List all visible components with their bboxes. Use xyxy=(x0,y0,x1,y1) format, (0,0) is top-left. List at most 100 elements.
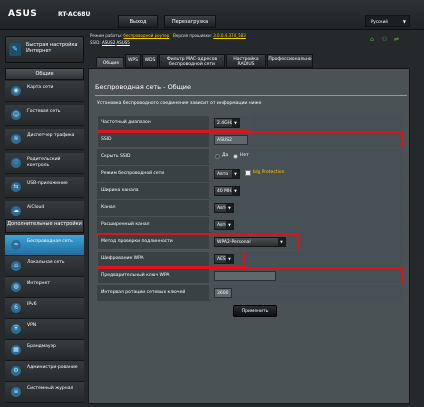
row-label: Режим беспроводной сети xyxy=(97,166,209,182)
sidebar-item-advanced-5[interactable]: ▦ Брандмауэр xyxy=(5,340,84,361)
sidebar-item-label: Администри-рование xyxy=(27,365,78,370)
row-value-cell: Авто ▼ xyxy=(211,200,403,216)
no-label: Нет xyxy=(240,153,249,158)
settings-row: Шифрование WPA AES ▼ xyxy=(97,251,403,267)
sidebar-item-advanced-7[interactable]: ≡ Системный журнал xyxy=(5,382,84,403)
sidebar-item-label: Диспетчер трафика xyxy=(27,133,75,138)
hide-ssid-yes-radio[interactable] xyxy=(215,154,220,159)
ssid-5g[interactable]: ASUS5 xyxy=(117,40,130,45)
band-select[interactable]: 2.4GHz ▼ xyxy=(214,118,240,128)
row-label: Расширенный канал xyxy=(97,217,209,233)
row-label: Канал xyxy=(97,200,209,216)
usb-status-icon[interactable]: ⇌ xyxy=(394,36,399,43)
settings-row: Скрыть SSID Да Нет xyxy=(97,149,403,165)
bg-protection-checkbox[interactable] xyxy=(245,170,251,176)
general-header: Общие xyxy=(5,68,84,80)
row-value-cell: Авто ▼ b/g Protection xyxy=(211,166,403,182)
model-name: RT-AC68U xyxy=(58,11,91,18)
channel-width-select[interactable]: 40 MHz ▼ xyxy=(214,186,240,196)
chevron-down-icon: ▼ xyxy=(226,255,233,263)
sidebar-item-advanced-1[interactable]: ⌂ Локальная сеть xyxy=(5,256,84,277)
sidebar-item-general-2[interactable]: ≋ Диспетчер трафика xyxy=(5,129,84,150)
advanced-header: Дополнительные настройки xyxy=(5,219,84,233)
chevron-down-icon: ▼ xyxy=(278,238,285,246)
settings-row: Расширенный канал Авто ▼ xyxy=(97,217,403,233)
mode-label: Режим работы: xyxy=(90,33,123,38)
asus-logo: ASUS xyxy=(8,9,38,19)
sidebar-item-general-0[interactable]: ◉ Карта сети xyxy=(5,81,84,102)
sidebar-item-general-4[interactable]: ⇆ USB-приложение xyxy=(5,177,84,198)
sidebar-item-general-3[interactable]: ♡ Родительский контроль xyxy=(5,153,84,174)
usb-icon: ⇆ xyxy=(11,182,21,192)
tab-1[interactable]: WPS xyxy=(125,54,141,68)
sidebar-item-label: AiCloud xyxy=(27,205,45,210)
wifi-status-icon[interactable]: ⌂ xyxy=(370,36,374,43)
tab-bar: Общие WPS WDS Фильтр MAC-адресов беспроводн… xyxy=(96,54,410,68)
wpa-key-input[interactable] xyxy=(214,271,276,281)
sidebar-item-label: Системный журнал xyxy=(27,386,74,391)
chevron-down-icon: ▼ xyxy=(226,204,233,212)
chevron-down-icon: ▼ xyxy=(226,221,233,229)
settings-panel: Беспроводная сеть - Общие Установка бесп… xyxy=(88,68,410,404)
sidebar-item-label: VPN xyxy=(27,323,37,328)
quick-setup-button[interactable]: ✎ Быстрая настройка Интернет xyxy=(5,36,84,63)
row-value-cell: AES ▼ xyxy=(211,251,403,267)
hide-ssid-no-radio[interactable] xyxy=(233,154,238,159)
select-value: 2.4GHz xyxy=(217,121,234,126)
channel-select[interactable]: Авто ▼ xyxy=(214,203,234,213)
settings-row: Режим беспроводной сети Авто ▼ b/g Protecti… xyxy=(97,166,403,182)
settings-row: Предварительный ключ WPA xyxy=(97,268,403,284)
info-bar: Режим работы: беспроводной роутер Версия… xyxy=(90,33,246,45)
tab-5[interactable]: Профессионально xyxy=(267,54,313,68)
firewall-icon: ▦ xyxy=(11,345,21,355)
sidebar-item-advanced-6[interactable]: ⚙ Администри-рование xyxy=(5,361,84,382)
sidebar-item-advanced-2[interactable]: ◍ Интернет xyxy=(5,277,84,298)
settings-row: SSID ASUS2 xyxy=(97,132,403,148)
mode-link[interactable]: беспроводной роутер xyxy=(123,33,169,38)
tab-2[interactable]: WDS xyxy=(142,54,158,68)
divider xyxy=(95,95,407,96)
sidebar-item-advanced-0[interactable]: ≈ Беспроводная сеть xyxy=(5,235,84,256)
sidebar-item-label: Беспроводная сеть xyxy=(27,239,73,244)
panel-title: Беспроводная сеть - Общие xyxy=(95,83,192,91)
language-select[interactable]: Русский ▼ xyxy=(365,15,410,27)
sidebar-item-label: USB-приложение xyxy=(27,181,68,186)
tab-3[interactable]: Фильтр MAC-адресов беспроводной сети xyxy=(159,54,225,68)
settings-row: Ширина канала 40 MHz ▼ xyxy=(97,183,403,199)
wpa-encryption-select[interactable]: AES ▼ xyxy=(214,254,234,264)
settings-row: Частотный диапазон 2.4GHz ▼ xyxy=(97,115,403,131)
top-bar: ASUS RT-AC68U Выход Перезагрузка Русский… xyxy=(0,0,424,30)
row-value-cell: Да Нет xyxy=(211,149,403,165)
ssid-input[interactable]: ASUS2 xyxy=(214,135,248,145)
wireless-icon: ≈ xyxy=(11,240,21,250)
select-value: WPA2-Personal xyxy=(217,240,251,245)
ext-channel-select[interactable]: Авто ▼ xyxy=(214,220,234,230)
firmware-link[interactable]: 3.0.0.4.374_583 xyxy=(213,33,246,38)
reboot-button[interactable]: Перезагрузка xyxy=(164,15,216,28)
auth-method-select[interactable]: WPA2-Personal ▼ xyxy=(214,237,286,247)
ssid-2g[interactable]: ASUS2 xyxy=(102,40,115,45)
sidebar-item-label: Брандмауэр xyxy=(27,344,56,349)
logout-button[interactable]: Выход xyxy=(118,15,158,28)
client-status-icon[interactable]: ⚇ xyxy=(382,36,387,43)
row-label: Предварительный ключ WPA xyxy=(97,268,209,284)
chevron-down-icon: ▼ xyxy=(232,170,239,178)
panel-description: Установка беспроводного соединения завис… xyxy=(97,101,262,106)
chevron-down-icon: ▼ xyxy=(232,187,239,195)
sidebar-item-advanced-3[interactable]: 6 IPv6 xyxy=(5,298,84,319)
sidebar-item-label: Карта сети xyxy=(27,85,54,90)
sidebar-item-general-1[interactable]: ☺ Гостевая сеть xyxy=(5,105,84,126)
apply-button[interactable]: Применить xyxy=(233,305,277,317)
sidebar-item-advanced-4[interactable]: ⛨ VPN xyxy=(5,319,84,340)
key-rotation-input[interactable]: 3600 xyxy=(214,288,232,298)
sidebar-item-label: Локальная сеть xyxy=(27,260,65,265)
wireless-mode-select[interactable]: Авто ▼ xyxy=(214,169,240,179)
log-icon: ≡ xyxy=(11,387,21,397)
quick-setup-icon: ✎ xyxy=(9,43,21,56)
tab-4[interactable]: Настройка RADIUS xyxy=(226,54,266,68)
select-value: Авто xyxy=(217,172,229,177)
network-map-icon: ◉ xyxy=(11,86,21,96)
tab-0[interactable]: Общие xyxy=(96,57,124,67)
ipv6-icon: 6 xyxy=(11,303,21,313)
yes-label: Да xyxy=(222,153,229,158)
